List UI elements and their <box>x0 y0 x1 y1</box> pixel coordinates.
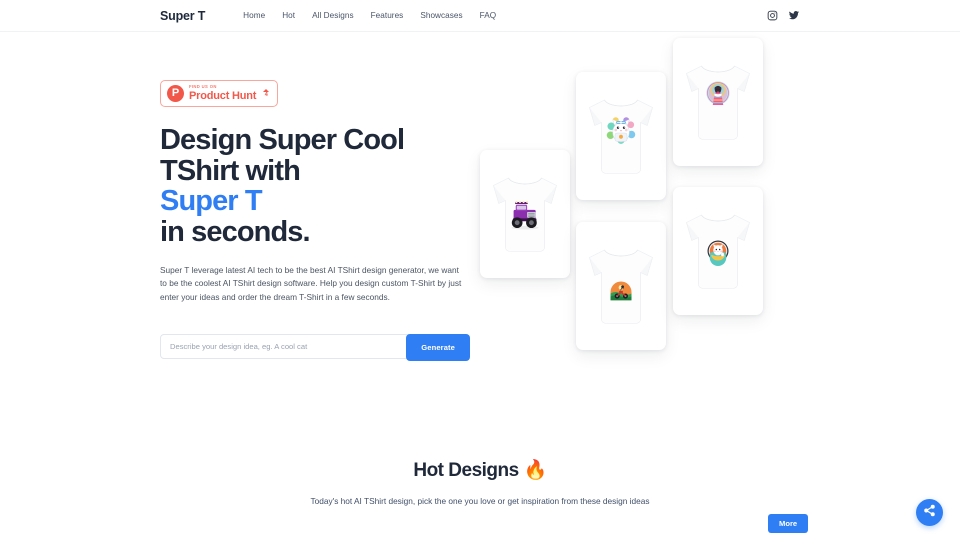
headline-line-2: TShirt with <box>160 154 301 187</box>
tshirt-card-nurse-cat[interactable] <box>576 72 666 200</box>
brand-logo[interactable]: Super T <box>160 9 205 23</box>
more-button-wrap: More <box>768 513 809 533</box>
product-hunt-text: FIND US ON Product Hunt <box>189 84 257 102</box>
hot-designs-section: Hot Designs 🔥 Today's hot AI TShirt desi… <box>0 452 960 506</box>
main-nav: Home Hot All Designs Features Showcases … <box>243 11 496 20</box>
social-links <box>767 10 800 21</box>
headline-line-1: Design Super Cool <box>160 124 405 156</box>
share-icon <box>923 504 936 522</box>
product-hunt-logo-icon: P <box>167 85 184 102</box>
headline-line-4: in seconds. <box>160 216 311 249</box>
more-button[interactable]: More <box>768 514 809 533</box>
hero-section: P FIND US ON Product Hunt 4 Design Super… <box>0 32 960 452</box>
nav-item-all-designs[interactable]: All Designs <box>312 11 354 20</box>
tshirt-showcase <box>480 32 800 452</box>
instagram-icon[interactable] <box>767 10 778 21</box>
upvote-count: 4 <box>264 92 268 98</box>
nav-item-home[interactable]: Home <box>243 11 265 20</box>
hot-designs-subtitle: Today's hot AI TShirt design, pick the o… <box>310 496 650 506</box>
site-header: Super T Home Hot All Designs Features Sh… <box>0 0 960 32</box>
product-hunt-tagline: FIND US ON <box>189 84 217 90</box>
product-hunt-badge[interactable]: P FIND US ON Product Hunt 4 <box>160 80 279 107</box>
generate-button[interactable]: Generate <box>406 334 470 362</box>
share-fab[interactable] <box>916 499 943 526</box>
headline-accent: Super T <box>160 185 263 218</box>
nav-item-hot[interactable]: Hot <box>282 11 295 20</box>
tshirt-card-monster-truck[interactable] <box>480 150 570 278</box>
hot-designs-title: Hot Designs 🔥 <box>413 460 547 481</box>
tshirt-card-round-cat[interactable] <box>673 187 763 315</box>
hero-paragraph: Super T leverage latest AI tech to be th… <box>160 264 462 302</box>
twitter-icon[interactable] <box>788 10 800 21</box>
tshirt-card-girl-mandala[interactable] <box>673 38 763 166</box>
product-hunt-name: Product Hunt <box>189 89 257 102</box>
tshirt-card-motorcycle[interactable] <box>576 222 666 350</box>
nav-item-features[interactable]: Features <box>371 11 404 20</box>
nav-item-faq[interactable]: FAQ <box>480 11 497 20</box>
generate-form: Generate <box>160 334 470 362</box>
product-hunt-upvote[interactable]: 4 <box>263 88 270 99</box>
hero-headline: Design Super Cool TShirt with Super T in… <box>160 125 480 248</box>
nav-item-showcases[interactable]: Showcases <box>420 11 462 20</box>
hero-copy: P FIND US ON Product Hunt 4 Design Super… <box>160 32 480 452</box>
